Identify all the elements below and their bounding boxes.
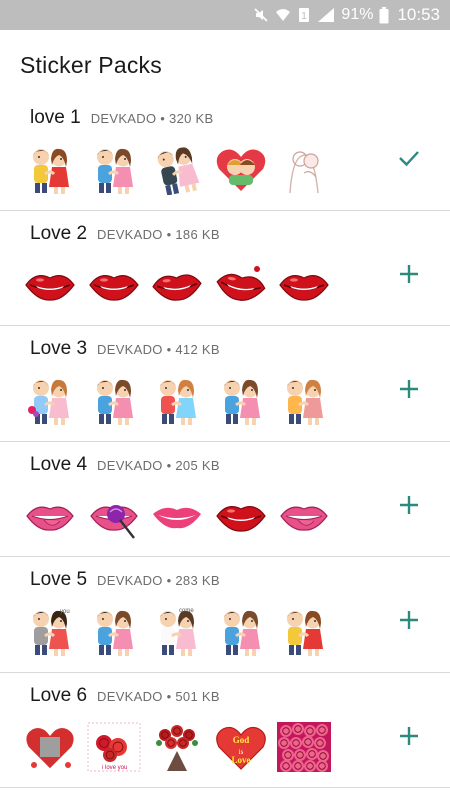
svg-text:God: God xyxy=(232,735,249,745)
svg-text:Love: Love xyxy=(231,755,250,765)
red-lips-sticker xyxy=(22,259,78,311)
couple-kiss-sticker xyxy=(86,374,142,426)
added-check-icon xyxy=(397,146,421,170)
couple-cuddle-sticker: you xyxy=(22,605,78,657)
add-plus-icon xyxy=(397,262,421,286)
pack-header: Love 2 DEVKADO • 186 KB xyxy=(30,223,220,245)
rose-bouquet-sticker xyxy=(149,721,205,773)
sticker-preview-strip xyxy=(22,490,340,542)
pack-meta: DEVKADO • 501 KB xyxy=(97,688,220,704)
add-pack-button[interactable] xyxy=(394,374,424,404)
add-pack-button[interactable] xyxy=(394,490,424,520)
wifi-icon xyxy=(275,7,291,23)
pack-meta: DEVKADO • 320 KB xyxy=(90,111,214,126)
pack-meta: DEVKADO • 283 KB xyxy=(97,573,220,588)
add-pack-button[interactable] xyxy=(394,721,424,751)
add-plus-icon xyxy=(397,493,421,517)
couple-kiss-sticker xyxy=(213,374,269,426)
add-plus-icon xyxy=(397,724,421,748)
couple-kiss-sticker xyxy=(213,605,269,657)
lips-lollipop-sticker xyxy=(86,490,142,542)
pack-meta: DEVKADO • 412 KB xyxy=(97,342,220,357)
lips-tongue-sticker xyxy=(276,490,332,542)
pack-meta: DEVKADO • 205 KB xyxy=(97,457,220,473)
svg-text:come: come xyxy=(179,608,194,614)
couple-kiss-sticker xyxy=(86,143,142,195)
pack-name: Love 3 xyxy=(30,338,88,359)
red-lips-sticker xyxy=(276,259,332,311)
pack-header: Love 5 DEVKADO • 283 KB xyxy=(30,569,220,591)
clock: 10:53 xyxy=(397,5,440,24)
svg-text:1: 1 xyxy=(302,11,308,22)
sticker-pack-row[interactable]: Love 5 DEVKADO • 283 KB you come xyxy=(0,557,450,673)
add-plus-icon xyxy=(397,608,421,632)
sticker-pack-row[interactable]: Love 6 DEVKADO • 501 KB i love you God is L… xyxy=(0,673,450,788)
couple-touch-sticker: come xyxy=(149,605,205,657)
couple-hug-sticker xyxy=(22,143,78,195)
mute-icon xyxy=(253,7,269,23)
sticker-preview-strip xyxy=(22,259,340,311)
sticker-preview-strip xyxy=(22,374,340,426)
battery-icon xyxy=(379,6,389,24)
sticker-preview-strip xyxy=(22,143,340,195)
sticker-pack-row[interactable]: Love 4 DEVKADO • 205 KB xyxy=(0,442,450,557)
lips-smile-sticker xyxy=(149,490,205,542)
pack-added-check-button[interactable] xyxy=(394,143,424,173)
add-pack-button[interactable] xyxy=(394,259,424,289)
heart-photo-sticker xyxy=(22,721,78,773)
sticker-pack-row[interactable]: Love 3 DEVKADO • 412 KB xyxy=(0,326,450,442)
pack-name: Love 2 xyxy=(30,222,88,244)
couple-hug-sticker xyxy=(276,605,332,657)
pack-header: love 1 DEVKADO • 320 KB xyxy=(30,107,214,129)
sticker-preview-strip: you come xyxy=(22,605,340,657)
couple-holding-hands-sticker xyxy=(276,374,332,426)
battery-percent: 91% xyxy=(341,6,374,23)
couple-flowers-sticker xyxy=(22,374,78,426)
sketch-couple-sticker xyxy=(276,143,332,195)
page-title: Sticker Packs xyxy=(20,52,162,78)
sticker-pack-list: love 1 DEVKADO • 320 KB Love 2 DEVKADO •… xyxy=(0,95,450,788)
pack-name: Love 6 xyxy=(30,684,88,706)
svg-text:you: you xyxy=(60,609,70,615)
pink-roses-photo-sticker xyxy=(276,721,332,773)
data-icon: 1 xyxy=(297,7,311,23)
pack-header: Love 3 DEVKADO • 412 KB xyxy=(30,338,220,360)
lip-bite-sticker xyxy=(149,259,205,311)
pack-header: Love 4 DEVKADO • 205 KB xyxy=(30,454,220,476)
signal-icon xyxy=(317,7,335,23)
sticker-pack-row[interactable]: Love 2 DEVKADO • 186 KB xyxy=(0,211,450,326)
add-pack-button[interactable] xyxy=(394,605,424,635)
red-lips-sticker xyxy=(86,259,142,311)
roses-sticker: i love you xyxy=(86,721,142,773)
sticker-preview-strip: i love you God is Love xyxy=(22,721,340,773)
red-lips-sticker xyxy=(213,490,269,542)
heart-couple-sticker xyxy=(213,143,269,195)
lips-tongue-sticker xyxy=(22,490,78,542)
pack-name: Love 5 xyxy=(30,569,88,590)
pack-name: love 1 xyxy=(30,107,81,128)
couple-sit-sticker xyxy=(149,374,205,426)
pack-name: Love 4 xyxy=(30,453,88,475)
lips-open-sticker xyxy=(213,259,269,311)
pack-header: Love 6 DEVKADO • 501 KB xyxy=(30,685,220,707)
svg-text:i love you: i love you xyxy=(102,765,127,771)
god-is-love-heart-sticker: God is Love xyxy=(213,721,269,773)
couple-lift-sticker xyxy=(149,143,205,195)
status-bar: 1 91% 10:53 xyxy=(0,0,450,30)
couple-kiss-sticker xyxy=(86,605,142,657)
add-plus-icon xyxy=(397,377,421,401)
pack-meta: DEVKADO • 186 KB xyxy=(97,226,220,242)
sticker-pack-row[interactable]: love 1 DEVKADO • 320 KB xyxy=(0,95,450,211)
